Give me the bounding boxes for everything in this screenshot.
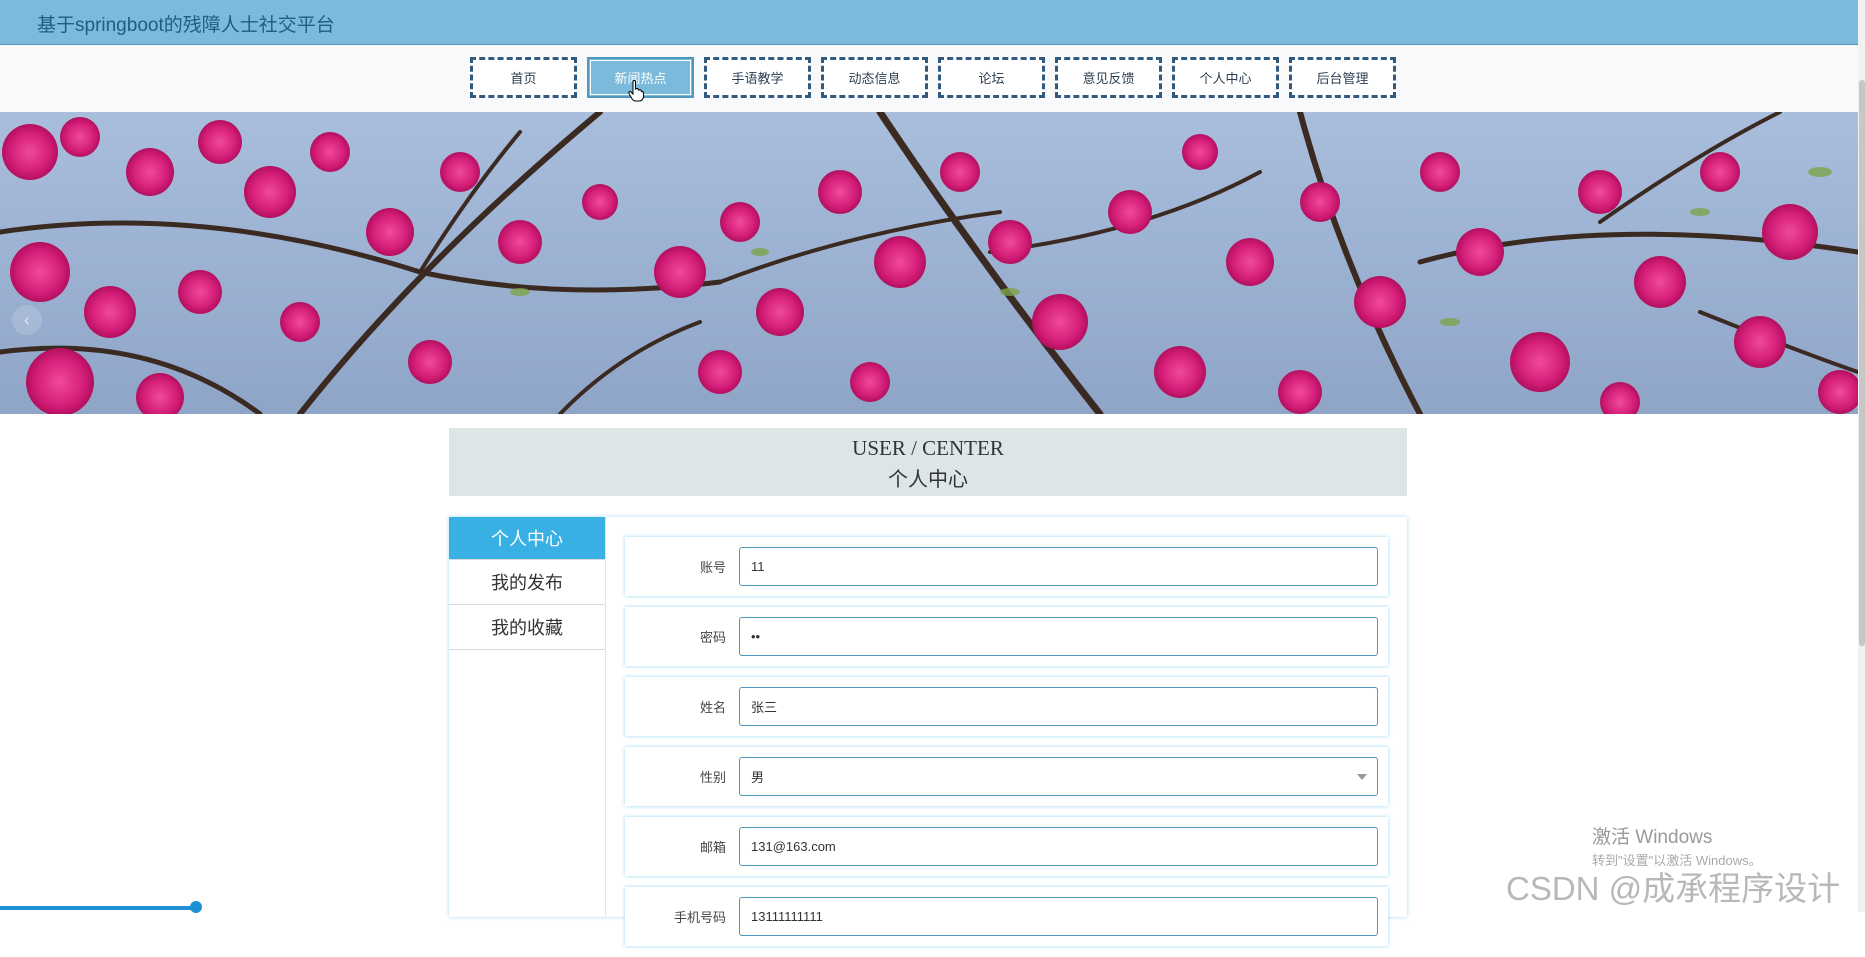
form-row-account: 账号 11 [625,537,1388,596]
phone-input[interactable]: 13111111111 [739,897,1378,936]
scrollbar-thumb[interactable] [1859,80,1865,646]
gender-select-value: 男 [751,770,765,785]
phone-label: 手机号码 [673,910,726,925]
nav-item-sign-language[interactable]: 手语教学 [704,57,811,98]
chevron-down-icon [1357,774,1367,780]
section-title-cn: 个人中心 [888,469,968,491]
form-row-phone: 手机号码 13111111111 [625,887,1388,946]
password-label: 密码 [699,630,726,645]
page-progress-bar [0,906,198,910]
cherry-blossom-image [0,112,1858,414]
profile-form: 账号 11 密码 •• 姓名 张三 性别 男 邮箱 131@163.com 手机… [625,537,1388,957]
hand-cursor-icon [628,80,644,102]
csdn-watermark: CSDN @成承程序设计 [1506,870,1841,907]
nav-item-updates[interactable]: 动态信息 [821,57,928,98]
hero-banner: ‹ [0,112,1858,414]
progress-handle[interactable] [190,901,202,913]
user-center-panel: 个人中心 我的发布 我的收藏 账号 11 密码 •• 姓名 张三 性别 男 邮箱… [449,517,1407,946]
email-label: 邮箱 [699,840,726,855]
name-input[interactable]: 张三 [739,687,1378,726]
nav-item-user-center[interactable]: 个人中心 [1172,57,1279,98]
chevron-left-icon[interactable]: ‹ [12,305,42,335]
gender-label: 性别 [699,770,726,785]
nav-item-home[interactable]: 首页 [470,57,577,98]
form-row-password: 密码 •• [625,607,1388,666]
form-row-email: 邮箱 131@163.com [625,817,1388,876]
password-input[interactable]: •• [739,617,1378,656]
site-title: 基于springboot的残障人士社交平台 [37,15,335,36]
nav-item-feedback[interactable]: 意见反馈 [1055,57,1162,98]
nav-item-forum[interactable]: 论坛 [938,57,1045,98]
gender-select[interactable]: 男 [739,757,1378,796]
form-row-gender: 性别 男 [625,747,1388,806]
sidebar-item-user-center[interactable]: 个人中心 [449,517,605,560]
main-nav: 首页 新闻热点 手语教学 动态信息 论坛 意见反馈 个人中心 后台管理 [470,57,1396,98]
name-label: 姓名 [699,700,726,715]
sidebar-item-my-favorites[interactable]: 我的收藏 [449,605,605,650]
account-input[interactable]: 11 [739,547,1378,586]
windows-activation-title: 激活 Windows [1592,827,1713,848]
section-title-en: USER / CENTER [852,436,1004,460]
sidebar: 个人中心 我的发布 我的收藏 [449,517,606,917]
nav-item-admin[interactable]: 后台管理 [1289,57,1396,98]
section-header: USER / CENTER 个人中心 [449,428,1407,496]
email-input[interactable]: 131@163.com [739,827,1378,866]
sidebar-item-my-posts[interactable]: 我的发布 [449,560,605,605]
form-row-name: 姓名 张三 [625,677,1388,736]
account-label: 账号 [699,560,726,575]
top-header: 基于springboot的残障人士社交平台 [0,0,1858,45]
